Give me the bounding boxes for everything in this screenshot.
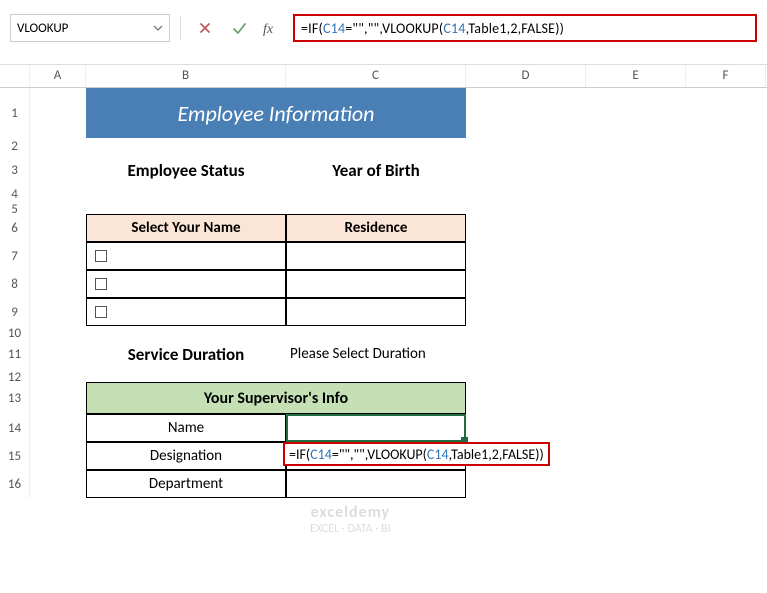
table-row[interactable] — [286, 270, 466, 298]
divider — [180, 16, 181, 40]
row-number[interactable]: 13 — [0, 382, 30, 414]
checkbox-icon[interactable] — [95, 278, 107, 290]
name-box-value: VLOOKUP — [17, 21, 68, 36]
residence-header: Residence — [286, 214, 466, 242]
col-header[interactable]: C — [286, 65, 466, 87]
table-row[interactable] — [286, 298, 466, 326]
row-number[interactable]: 7 — [0, 242, 30, 270]
row-number[interactable]: 14 — [0, 414, 30, 442]
c16-cell[interactable] — [286, 470, 466, 498]
row-number[interactable]: 4 — [0, 186, 30, 202]
table-row[interactable] — [86, 270, 286, 298]
row-number[interactable]: 6 — [0, 214, 30, 242]
row-number[interactable]: 11 — [0, 338, 30, 370]
checkbox-icon[interactable] — [95, 250, 107, 262]
table-row[interactable] — [286, 242, 466, 270]
col-header[interactable]: F — [686, 65, 766, 87]
checkbox-icon[interactable] — [95, 306, 107, 318]
table-row[interactable] — [86, 242, 286, 270]
row-number[interactable]: 15 — [0, 442, 30, 470]
supervisor-info-header: Your Supervisor's Info — [86, 382, 466, 414]
table-row[interactable] — [86, 298, 286, 326]
enter-icon[interactable] — [225, 14, 253, 42]
row-number[interactable]: 2 — [0, 138, 30, 154]
service-duration-label: Service Duration — [86, 338, 286, 370]
watermark: exceldemy EXCEL · DATA · BI — [310, 503, 391, 536]
name-box[interactable]: VLOOKUP — [10, 14, 170, 42]
svg-text:fx: fx — [263, 22, 274, 36]
spreadsheet-grid[interactable]: A B C D E F 1 Employee Information 2 3 E… — [0, 65, 767, 498]
col-header[interactable]: E — [586, 65, 686, 87]
row-number[interactable]: 8 — [0, 270, 30, 298]
supervisor-department-label: Department — [86, 470, 286, 498]
formula-bar[interactable]: =IF(C14="","",VLOOKUP(C14,Table1,2,FALSE… — [293, 14, 757, 42]
row-number[interactable]: 1 — [0, 88, 30, 138]
col-header[interactable]: D — [466, 65, 586, 87]
row-number[interactable]: 9 — [0, 298, 30, 326]
c14-cell[interactable] — [286, 414, 466, 442]
row-number[interactable]: 16 — [0, 470, 30, 498]
row-number[interactable]: 3 — [0, 154, 30, 186]
col-header[interactable]: A — [30, 65, 86, 87]
column-headers: A B C D E F — [0, 65, 767, 88]
col-header[interactable]: B — [86, 65, 286, 87]
year-of-birth-label: Year of Birth — [286, 154, 466, 186]
cancel-icon[interactable] — [191, 14, 219, 42]
chevron-down-icon[interactable] — [153, 24, 163, 32]
select-duration-text: Please Select Duration — [286, 338, 466, 370]
supervisor-designation-label: Designation — [86, 442, 286, 470]
supervisor-name-label: Name — [86, 414, 286, 442]
select-name-header: Select Your Name — [86, 214, 286, 242]
cell-formula-overlay[interactable]: =IF(C14="","",VLOOKUP(C14,Table1,2,FALSE… — [283, 442, 550, 466]
banner-title: Employee Information — [86, 88, 466, 138]
employee-status-label: Employee Status — [86, 154, 286, 186]
fx-icon[interactable]: fx — [259, 14, 287, 42]
